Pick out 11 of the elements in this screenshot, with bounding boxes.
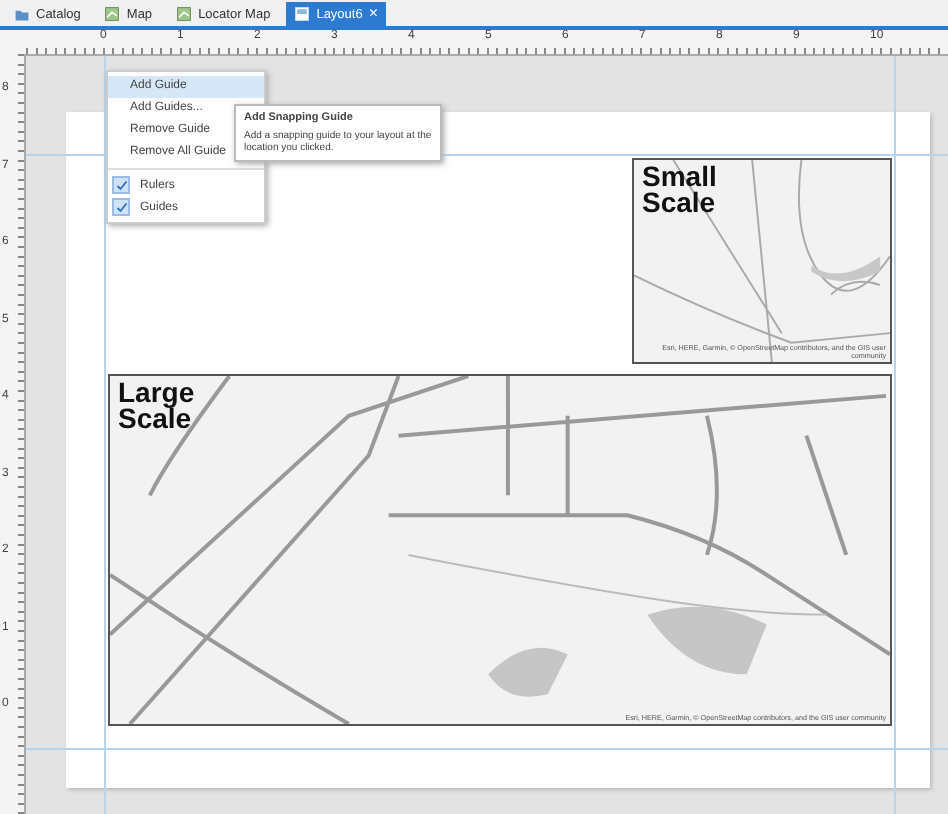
map-title: Large Scale <box>118 380 197 432</box>
layout-icon <box>294 6 311 22</box>
checkbox[interactable] <box>112 176 130 194</box>
guide-line[interactable] <box>894 56 896 814</box>
map-icon <box>104 6 121 22</box>
map-title: Small Scale <box>642 164 719 216</box>
checkbox[interactable] <box>112 198 130 216</box>
guide-line[interactable] <box>26 748 948 750</box>
folder-icon <box>14 6 30 22</box>
map-icon <box>176 6 193 22</box>
close-icon[interactable]: × <box>368 6 379 22</box>
